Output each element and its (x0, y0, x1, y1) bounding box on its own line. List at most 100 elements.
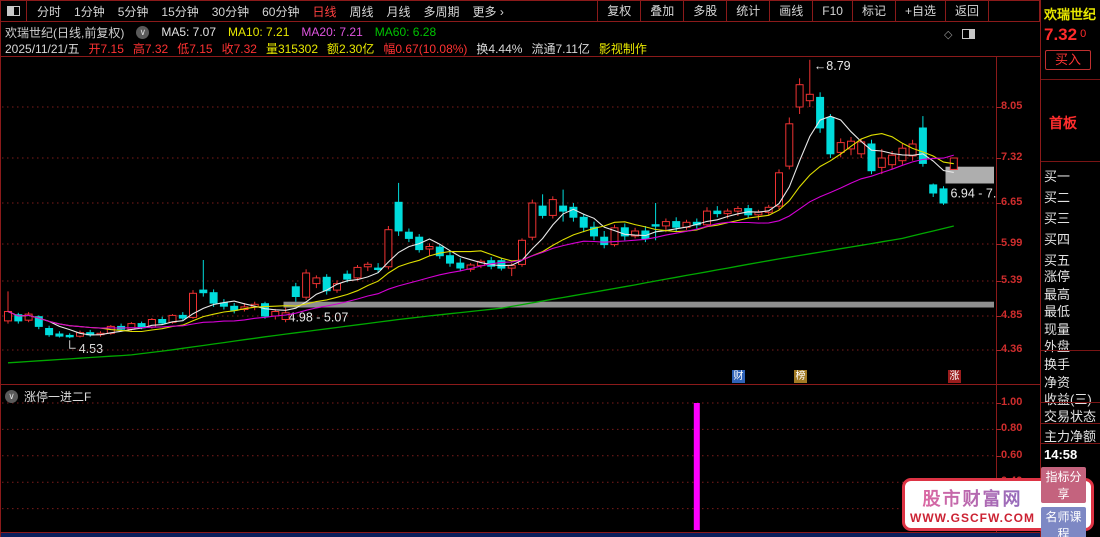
svg-text:4.53: 4.53 (79, 342, 103, 356)
last-price-row: 7.320 (1044, 25, 1086, 45)
svg-text:6.94 - 7.19: 6.94 - 7.19 (951, 187, 997, 201)
stat-row-现量[interactable]: 现量 (1044, 319, 1070, 338)
menu-item-多周期[interactable]: 多周期 (424, 3, 460, 20)
panel-separator (1041, 161, 1100, 162)
indicator-tick-label: 0.80 (1001, 422, 1037, 434)
stat-row-净资[interactable]: 净资 (1044, 372, 1070, 391)
chart-title: 欢瑞世纪(日线,前复权) (5, 24, 124, 41)
tool-item-标记[interactable]: 标记 (852, 1, 895, 21)
axis-border (996, 57, 997, 533)
buy-button[interactable]: 买入 (1045, 50, 1091, 70)
stat-row-最低[interactable]: 最低 (1044, 301, 1070, 320)
quote-token: 量315302 (266, 40, 318, 57)
panel-separator (1041, 402, 1100, 403)
menu-item-周线[interactable]: 周线 (349, 3, 373, 20)
event-tag-财[interactable]: 财 (732, 370, 745, 383)
quote-token: 影视制作 (599, 40, 647, 57)
candlestick-chart[interactable]: 4.98 - 5.076.94 - 7.19←8.794.53 (0, 57, 996, 372)
tools-menu: 复权叠加多股统计画线F10标记+自选返回 (597, 1, 989, 21)
bid-row-2[interactable]: 买二 (1044, 187, 1070, 206)
price-tick-label: 6.65 (1001, 196, 1037, 208)
indicator-name: 涨停一进二F (24, 388, 91, 405)
tool-item-复权[interactable]: 复权 (597, 1, 640, 21)
tool-item-统计[interactable]: 统计 (726, 1, 769, 21)
menu-item-日线[interactable]: 日线 (312, 3, 336, 20)
tool-item-返回[interactable]: 返回 (945, 1, 989, 21)
menu-item-15分钟[interactable]: 15分钟 (161, 3, 198, 20)
chevron-down-icon[interactable]: ∨ (5, 390, 18, 403)
tool-item-F10[interactable]: F10 (812, 1, 852, 21)
chart-header: 欢瑞世纪(日线,前复权) ∨ MA5: 7.07MA10: 7.21MA20: … (5, 24, 436, 40)
quote-info-row: 2025/11/21/五开7.15高7.32低7.15收7.32量315302额… (5, 41, 647, 56)
last-price: 7.32 (1044, 25, 1077, 44)
axis-tick (996, 281, 1001, 282)
price-tick-label: 5.39 (1001, 274, 1037, 286)
quote-token: 低7.15 (177, 40, 212, 57)
price-tick-label: 4.36 (1001, 343, 1037, 355)
tool-item-叠加[interactable]: 叠加 (640, 1, 683, 21)
menu-item-1分钟[interactable]: 1分钟 (74, 3, 105, 20)
quote-token: 换4.44% (476, 40, 522, 57)
watermark-badges: 指标分享名师课程 (1041, 467, 1086, 537)
panel-separator (1041, 423, 1100, 424)
axis-tick (996, 350, 1001, 351)
panel-separator (1041, 79, 1100, 80)
panel-split-icon[interactable] (962, 29, 975, 39)
ma-legend: MA5: 7.07MA10: 7.21MA20: 7.21MA60: 6.28 (161, 25, 436, 39)
axis-tick (996, 107, 1001, 108)
price-tick-label: 8.05 (1001, 100, 1037, 112)
left-border (0, 0, 1, 537)
svg-text:←8.79: ←8.79 (814, 59, 851, 73)
axis-tick (996, 456, 1001, 457)
watermark-url: WWW.GSCFW.COM (910, 511, 1035, 525)
top-toolbar: 分时 1分钟 5分钟 15分钟 30分钟 60分钟日线周线月线多周期更多 › 复权叠加多股… (0, 0, 1040, 22)
ma-value: MA5: 7.07 (161, 25, 216, 39)
price-tick-label: 7.32 (1001, 151, 1037, 163)
chart-top-border (0, 56, 1040, 57)
ma-value: MA20: 7.21 (301, 25, 362, 39)
event-tag-榜[interactable]: 榜 (794, 370, 807, 383)
split-layout-icon (7, 6, 20, 16)
quote-panel: 欢瑞世纪 7.320 买入 首板 买一买二买三买四买五涨停最高最低现量外盘换手净… (1041, 0, 1100, 537)
quote-token: 流通7.11亿 (531, 40, 589, 57)
tool-item-画线[interactable]: 画线 (769, 1, 812, 21)
stat-row-涨停[interactable]: 涨停 (1044, 266, 1070, 285)
menu-item-更多 ›[interactable]: 更多 › (473, 3, 504, 20)
stat-row-外盘[interactable]: 外盘 (1044, 336, 1070, 355)
trading-app-window: 分时 1分钟 5分钟 15分钟 30分钟 60分钟日线周线月线多周期更多 › 复权叠加多股… (0, 0, 1100, 537)
indicator-tick-label: 0.60 (1001, 449, 1037, 461)
diamond-icon[interactable]: ◇ (944, 28, 952, 41)
board-status-label: 首板 (1049, 113, 1077, 133)
indicator-tick-label: 1.00 (1001, 396, 1037, 408)
window-layout-button[interactable] (1, 1, 27, 21)
stat-row-换手[interactable]: 换手 (1044, 354, 1070, 373)
watermark-card: 股市财富网 WWW.GSCFW.COM 指标分享名师课程 (902, 478, 1094, 531)
menu-item-30分钟[interactable]: 30分钟 (212, 3, 249, 20)
axis-tick (996, 403, 1001, 404)
tool-item-+自选[interactable]: +自选 (895, 1, 945, 21)
tool-item-多股[interactable]: 多股 (683, 1, 726, 21)
menu-item-月线[interactable]: 月线 (387, 3, 411, 20)
price-tick-label: 4.85 (1001, 309, 1037, 321)
price-tick-label: 5.99 (1001, 237, 1037, 249)
bid-row-3[interactable]: 买三 (1044, 208, 1070, 227)
axis-tick (996, 316, 1001, 317)
axis-tick (996, 203, 1001, 204)
menu-item-分时[interactable]: 分时 (37, 3, 61, 20)
bid-row-1[interactable]: 买一 (1044, 166, 1070, 185)
menu-item-60分钟[interactable]: 60分钟 (262, 3, 299, 20)
axis-tick (996, 429, 1001, 430)
clock-time[interactable]: 14:58 (1044, 447, 1077, 462)
indicator-chart[interactable] (0, 385, 996, 532)
quote-token: 幅0.67(10.08%) (383, 40, 467, 57)
stat-row-最高[interactable]: 最高 (1044, 284, 1070, 303)
panel-divider (0, 384, 1040, 385)
menu-item-5分钟[interactable]: 5分钟 (118, 3, 149, 20)
event-tag-涨[interactable]: 涨 (948, 370, 961, 383)
indicator-label-row: ∨ 涨停一进二F (5, 388, 91, 405)
chevron-down-icon[interactable]: ∨ (136, 26, 149, 39)
period-menu: 分时 1分钟 5分钟 15分钟 30分钟 60分钟日线周线月线多周期更多 › (27, 3, 504, 20)
bid-row-4[interactable]: 买四 (1044, 229, 1070, 248)
axis-tick (996, 244, 1001, 245)
axis-tick (996, 158, 1001, 159)
